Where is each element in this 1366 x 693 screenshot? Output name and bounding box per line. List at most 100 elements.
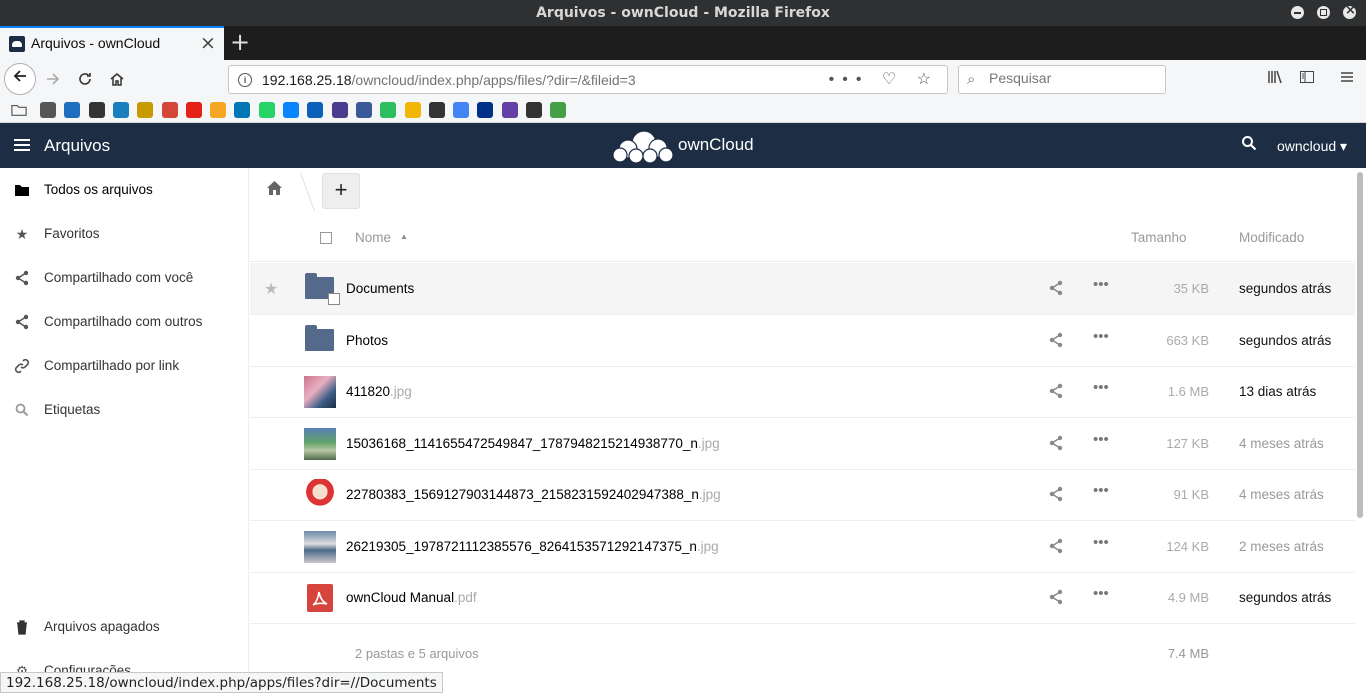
share-icon[interactable]	[1048, 332, 1064, 348]
bookmark-icon[interactable]	[258, 102, 275, 118]
new-tab-button[interactable]: +	[230, 28, 250, 56]
column-modified[interactable]: Modificado	[1239, 230, 1304, 245]
bookmarks-folder-icon[interactable]	[11, 102, 27, 118]
bookmark-icon[interactable]	[283, 102, 299, 118]
site-info-icon[interactable]: i	[238, 73, 252, 87]
file-row[interactable]: Photos ••• 663 KB segundos atrás	[250, 315, 1355, 367]
minimize-button[interactable]	[1291, 6, 1304, 19]
image-thumbnail[interactable]	[304, 479, 336, 511]
file-row[interactable]: 22780383_1569127903144873_21582315924029…	[250, 469, 1355, 521]
bookmark-icon[interactable]	[380, 102, 397, 118]
app-menu-icon[interactable]	[14, 139, 30, 151]
bookmark-icon[interactable]	[331, 102, 348, 118]
bookmark-icon[interactable]	[307, 102, 324, 118]
folder-icon[interactable]	[305, 273, 340, 305]
maximize-button[interactable]	[1317, 6, 1330, 19]
breadcrumb-home-icon[interactable]	[266, 180, 283, 196]
more-actions-icon[interactable]: •••	[1093, 379, 1109, 396]
share-icon[interactable]	[1048, 280, 1064, 296]
image-thumbnail[interactable]	[304, 530, 336, 563]
bookmark-icon[interactable]	[428, 102, 445, 118]
bookmark-icon[interactable]	[40, 102, 56, 118]
bookmark-icon[interactable]	[88, 102, 105, 118]
file-name[interactable]: 22780383_1569127903144873_21582315924029…	[346, 487, 721, 502]
bookmark-icon[interactable]	[477, 102, 494, 118]
bookmark-icon[interactable]	[210, 102, 227, 118]
file-name[interactable]: Photos	[346, 333, 388, 348]
header-search-icon[interactable]	[1241, 135, 1257, 151]
bookmark-icon[interactable]	[355, 102, 372, 118]
sidebar-item-shared-by-link[interactable]: Compartilhado por link	[0, 344, 249, 388]
select-all-checkbox[interactable]	[320, 232, 332, 244]
hamburger-menu-icon[interactable]	[1339, 69, 1355, 89]
file-modified: segundos atrás	[1239, 281, 1332, 296]
new-file-button[interactable]: +	[322, 173, 360, 209]
bookmark-icon[interactable]	[234, 102, 251, 118]
bookmark-icon[interactable]	[112, 102, 129, 118]
sidebar-item-favorites[interactable]: ★ Favoritos	[0, 212, 249, 256]
bookmark-icon[interactable]	[404, 102, 421, 118]
more-actions-icon[interactable]: •••	[1093, 276, 1109, 293]
file-name[interactable]: 26219305_1978721112385576_82641535712921…	[346, 539, 719, 554]
bookmark-icon[interactable]	[64, 102, 81, 118]
reload-button[interactable]	[70, 65, 100, 95]
image-thumbnail[interactable]	[304, 376, 336, 408]
close-window-button[interactable]	[1343, 3, 1356, 19]
url-text[interactable]: 192.168.25.18/owncloud/index.php/apps/fi…	[262, 72, 636, 88]
bookmark-icon[interactable]	[526, 102, 542, 118]
sidebar-item-deleted-files[interactable]: Arquivos apagados	[0, 605, 249, 649]
library-icon[interactable]	[1267, 69, 1283, 89]
url-bar[interactable]: i 192.168.25.18/owncloud/index.php/apps/…	[228, 65, 948, 94]
sidebar-item-all-files[interactable]: Todos os arquivos	[0, 168, 249, 212]
favorite-star-icon[interactable]: ★	[264, 279, 278, 299]
image-thumbnail[interactable]	[304, 427, 336, 460]
share-icon[interactable]	[1048, 435, 1064, 451]
bookmark-icon[interactable]	[550, 102, 567, 118]
search-input[interactable]	[989, 70, 1159, 86]
file-name[interactable]: Documents	[346, 281, 414, 296]
file-name[interactable]: ownCloud Manual.pdf	[346, 590, 477, 605]
bookmark-icon[interactable]	[137, 102, 154, 118]
pdf-icon[interactable]	[304, 582, 336, 614]
share-icon[interactable]	[1048, 383, 1064, 399]
sidebar-item-shared-with-others[interactable]: Compartilhado com outros	[0, 300, 249, 344]
row-select-checkbox[interactable]	[328, 293, 340, 305]
page-actions-icon[interactable]: ••• ♡ ☆	[829, 69, 939, 89]
file-row[interactable]: 15036168_1141655472549847_17879482152149…	[250, 418, 1355, 470]
home-button[interactable]	[102, 65, 132, 95]
sidebar-toggle-icon[interactable]	[1299, 69, 1315, 89]
column-size[interactable]: Tamanho	[1131, 230, 1187, 245]
column-name[interactable]: Nome	[355, 230, 391, 245]
bookmark-icon[interactable]	[453, 102, 470, 118]
forward-button[interactable]	[38, 65, 68, 95]
sidebar-item-shared-with-you[interactable]: Compartilhado com você	[0, 256, 249, 300]
folder-icon[interactable]	[305, 324, 334, 351]
bookmark-icon[interactable]	[185, 102, 202, 118]
file-name[interactable]: 411820.jpg	[346, 384, 412, 399]
file-row[interactable]: ownCloud Manual.pdf ••• 4.9 MB segundos atr…	[250, 572, 1355, 624]
more-actions-icon[interactable]: •••	[1093, 328, 1109, 345]
tab-close-icon[interactable]: ×	[200, 32, 216, 54]
share-icon[interactable]	[1048, 486, 1064, 502]
user-menu[interactable]: owncloud ▾	[1277, 138, 1347, 155]
bookmark-icon[interactable]	[501, 102, 518, 118]
browser-tab[interactable]: Arquivos - ownCloud ×	[0, 26, 224, 60]
more-actions-icon[interactable]: •••	[1093, 585, 1109, 602]
back-button[interactable]	[4, 63, 36, 95]
share-icon[interactable]	[1048, 538, 1064, 554]
file-row[interactable]: 26219305_1978721112385576_82641535712921…	[250, 521, 1355, 573]
more-actions-icon[interactable]: •••	[1093, 431, 1109, 448]
file-row[interactable]: 411820.jpg ••• 1.6 MB 13 dias atrás	[250, 366, 1355, 418]
more-actions-icon[interactable]: •••	[1093, 534, 1109, 551]
file-name[interactable]: 15036168_1141655472549847_17879482152149…	[346, 436, 720, 451]
app-name[interactable]: Arquivos	[44, 136, 110, 156]
sidebar-item-tags[interactable]: Etiquetas	[0, 388, 249, 432]
share-icon[interactable]	[1048, 589, 1064, 605]
bookmark-icon[interactable]	[161, 102, 178, 118]
search-bar[interactable]: ⌕	[958, 65, 1166, 94]
file-modified: 2 meses atrás	[1239, 538, 1324, 554]
more-actions-icon[interactable]: •••	[1093, 482, 1109, 499]
file-row[interactable]: ★ Documents ••• 35 KB segundos atrás	[250, 263, 1355, 315]
scrollbar[interactable]	[1355, 168, 1366, 693]
scrollbar-thumb[interactable]	[1357, 172, 1363, 518]
